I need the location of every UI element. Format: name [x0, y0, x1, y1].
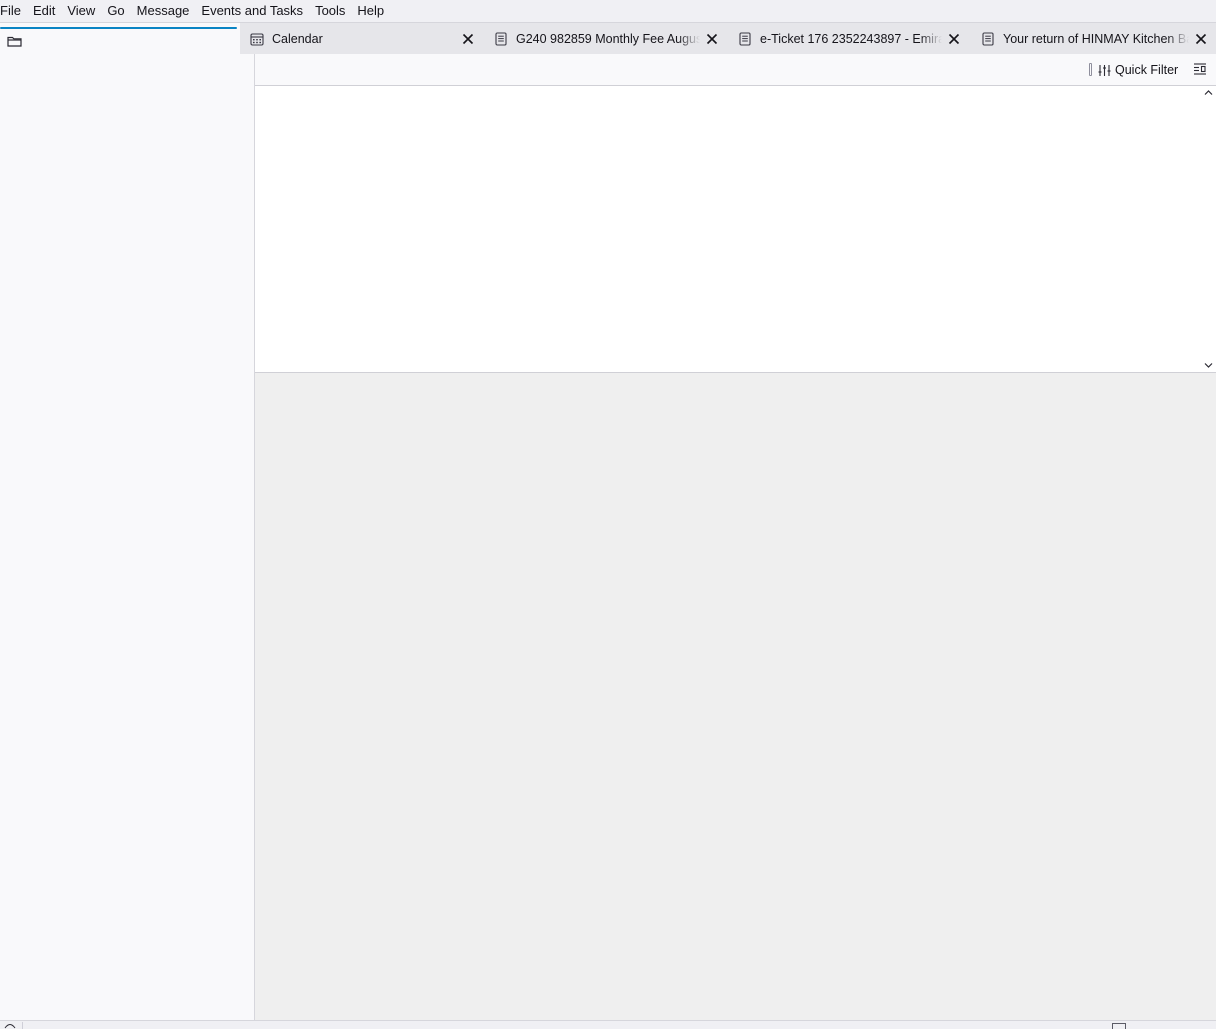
- folder-pane: [0, 23, 255, 1020]
- close-icon[interactable]: [1195, 33, 1207, 45]
- tab-label: e-Ticket 176 2352243897 - Emirates: [760, 32, 942, 46]
- tab-message-eticket[interactable]: e-Ticket 176 2352243897 - Emirates: [738, 24, 960, 54]
- tab-calendar[interactable]: Calendar: [250, 24, 474, 54]
- menu-events-and-tasks[interactable]: Events and Tasks: [195, 0, 309, 22]
- menu-file[interactable]: File: [0, 0, 27, 22]
- menu-view[interactable]: View: [61, 0, 101, 22]
- tab-message-monthly-fee[interactable]: G240 982859 Monthly Fee August 2024: [494, 24, 718, 54]
- toolbar-separator: [1089, 63, 1092, 76]
- chevron-up-icon[interactable]: [1204, 89, 1213, 96]
- close-icon[interactable]: [462, 33, 474, 45]
- folder-icon[interactable]: [7, 35, 22, 47]
- message-icon: [982, 32, 994, 46]
- message-icon: [739, 32, 751, 46]
- chevron-down-icon[interactable]: [1204, 362, 1213, 369]
- tab-label: G240 982859 Monthly Fee August 2024: [516, 32, 700, 46]
- quick-filter-button[interactable]: Quick Filter: [1098, 60, 1178, 80]
- display-options-icon[interactable]: [1193, 62, 1207, 76]
- mail-space-indicator: [0, 27, 237, 29]
- filter-sliders-icon: [1098, 64, 1111, 76]
- quick-filter-label: Quick Filter: [1115, 63, 1179, 77]
- menu-go[interactable]: Go: [101, 0, 130, 22]
- message-preview-pane: [255, 373, 1216, 1020]
- tab-strip: Calendar G240 982859 Monthly Fee August …: [240, 23, 1216, 54]
- online-status-icon[interactable]: [4, 1023, 16, 1029]
- tab-label: Calendar: [272, 32, 323, 46]
- menu-message[interactable]: Message: [131, 0, 196, 22]
- close-icon[interactable]: [706, 33, 718, 45]
- message-icon: [495, 32, 507, 46]
- thread-list-scrollbar[interactable]: [1201, 86, 1216, 372]
- close-icon[interactable]: [948, 33, 960, 45]
- menu-bar: File Edit View Go Message Events and Tas…: [0, 0, 1216, 23]
- calendar-icon: [250, 33, 264, 46]
- tab-message-hinmay-return[interactable]: Your return of HINMAY Kitchen Bag: [981, 24, 1207, 54]
- folder-pane-header: [0, 23, 254, 54]
- menu-edit[interactable]: Edit: [27, 0, 61, 22]
- today-pane-icon[interactable]: [1112, 1023, 1126, 1029]
- thread-list[interactable]: [255, 86, 1216, 373]
- menu-tools[interactable]: Tools: [309, 0, 351, 22]
- menu-help[interactable]: Help: [351, 0, 390, 22]
- tab-label: Your return of HINMAY Kitchen Bag: [1003, 32, 1189, 46]
- thread-pane-header: Quick Filter: [255, 54, 1216, 86]
